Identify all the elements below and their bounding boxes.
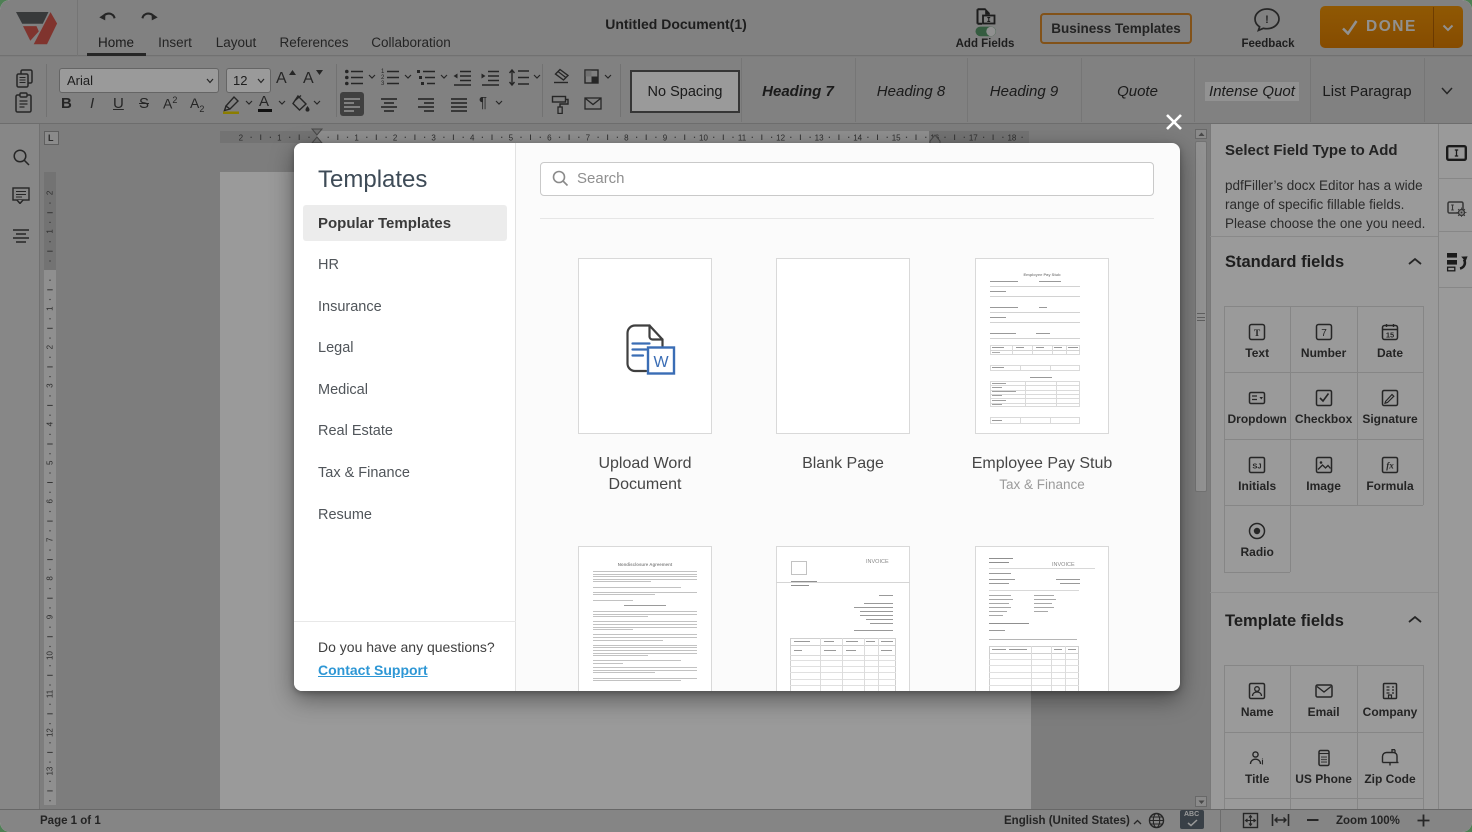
svg-text:W: W [653, 354, 669, 371]
